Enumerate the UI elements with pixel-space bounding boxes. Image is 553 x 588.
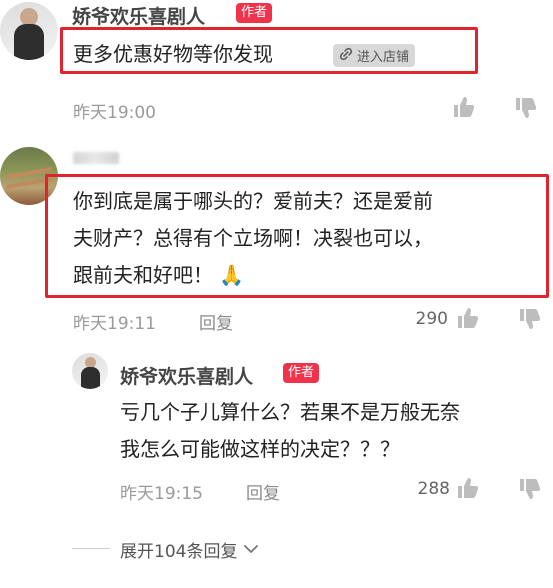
folded-hands-emoji: 🙏	[219, 263, 245, 287]
thumb-up-icon[interactable]	[452, 95, 476, 123]
reply-line: 我怎么可能做这样的决定？？？	[120, 437, 400, 461]
like-count: 288	[417, 479, 450, 499]
thumb-up-icon[interactable]	[456, 306, 480, 334]
comment-author-name[interactable]: 娇爷欢乐喜剧人	[72, 2, 205, 29]
comment-body: 你到底是属于哪头的？爱前夫？还是爱前 夫财产？总得有个立场啊！决裂也可以， 跟前…	[73, 183, 543, 294]
enter-shop-label: 进入店铺	[357, 50, 410, 65]
comment-text-content: 更多优惠好物等你发现	[73, 42, 273, 66]
link-icon	[339, 47, 353, 65]
comment-text: 更多优惠好物等你发现	[73, 38, 273, 67]
thumb-up-icon[interactable]	[456, 476, 480, 504]
comment-time: 昨天19:11	[73, 314, 156, 334]
reply-button[interactable]: 回复	[246, 479, 280, 504]
enter-shop-button[interactable]: 进入店铺	[333, 44, 416, 67]
comment-line: 跟前夫和好吧！	[73, 263, 213, 287]
expand-replies-button[interactable]: 展开104条回复	[120, 537, 259, 562]
reply-body: 亏几个子儿算什么？若果不是万般无奈 我怎么可能做这样的决定？？？	[120, 394, 550, 468]
like-count: 290	[415, 309, 448, 329]
comment-time: 昨天19:00	[73, 103, 156, 123]
thumb-down-icon[interactable]	[518, 477, 542, 505]
expand-replies-label: 展开104条回复	[120, 542, 238, 562]
thumb-down-icon[interactable]	[518, 307, 542, 335]
reply-button[interactable]: 回复	[199, 309, 233, 334]
reply-line: 亏几个子儿算什么？若果不是万般无奈	[120, 400, 460, 424]
comment-line: 夫财产？总得有个立场啊！决裂也可以，	[73, 226, 433, 250]
reply-time: 昨天19:15	[120, 484, 203, 504]
author-avatar[interactable]	[0, 2, 58, 60]
thumb-down-icon[interactable]	[514, 96, 538, 124]
chevron-down-icon	[243, 540, 259, 560]
divider-line	[72, 548, 110, 549]
author-badge: 作者	[283, 363, 320, 383]
reply-author-name[interactable]: 娇爷欢乐喜剧人	[120, 362, 253, 389]
comment-line: 你到底是属于哪头的？爱前夫？还是爱前	[73, 189, 433, 213]
author-badge: 作者	[236, 3, 273, 23]
author-avatar[interactable]	[72, 353, 108, 389]
blurred-username	[73, 152, 119, 164]
